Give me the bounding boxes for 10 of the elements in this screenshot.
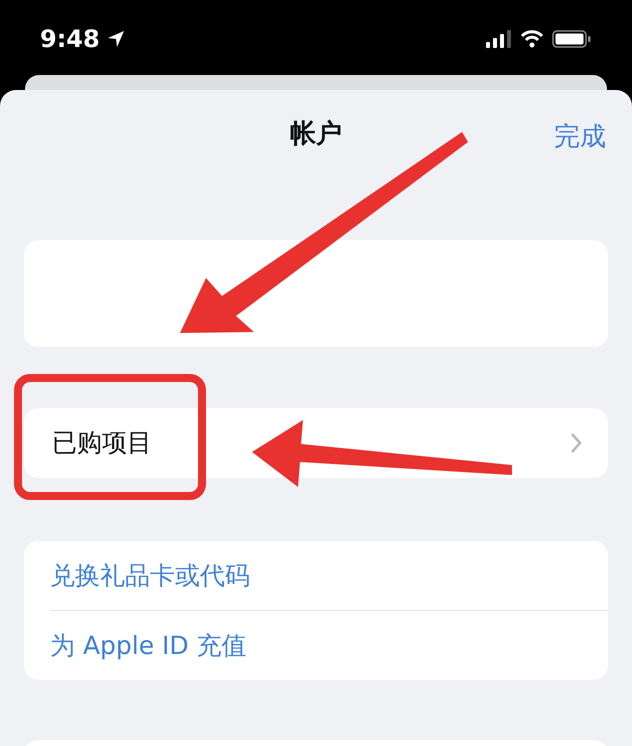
sheet-title: 帐户 [290,118,342,150]
signal-icon [486,30,512,48]
action-link[interactable]: 兑换礼品卡或代码 [50,541,250,610]
location-arrow-icon [106,28,126,48]
wifi-icon [520,30,544,48]
action-link[interactable]: 为 Apple ID 充值 [50,611,247,680]
battery-icon [552,28,592,48]
done-button[interactable]: 完成 [554,118,606,157]
chevron-right-icon [570,432,582,454]
clock-time: 9:48 [40,24,100,54]
